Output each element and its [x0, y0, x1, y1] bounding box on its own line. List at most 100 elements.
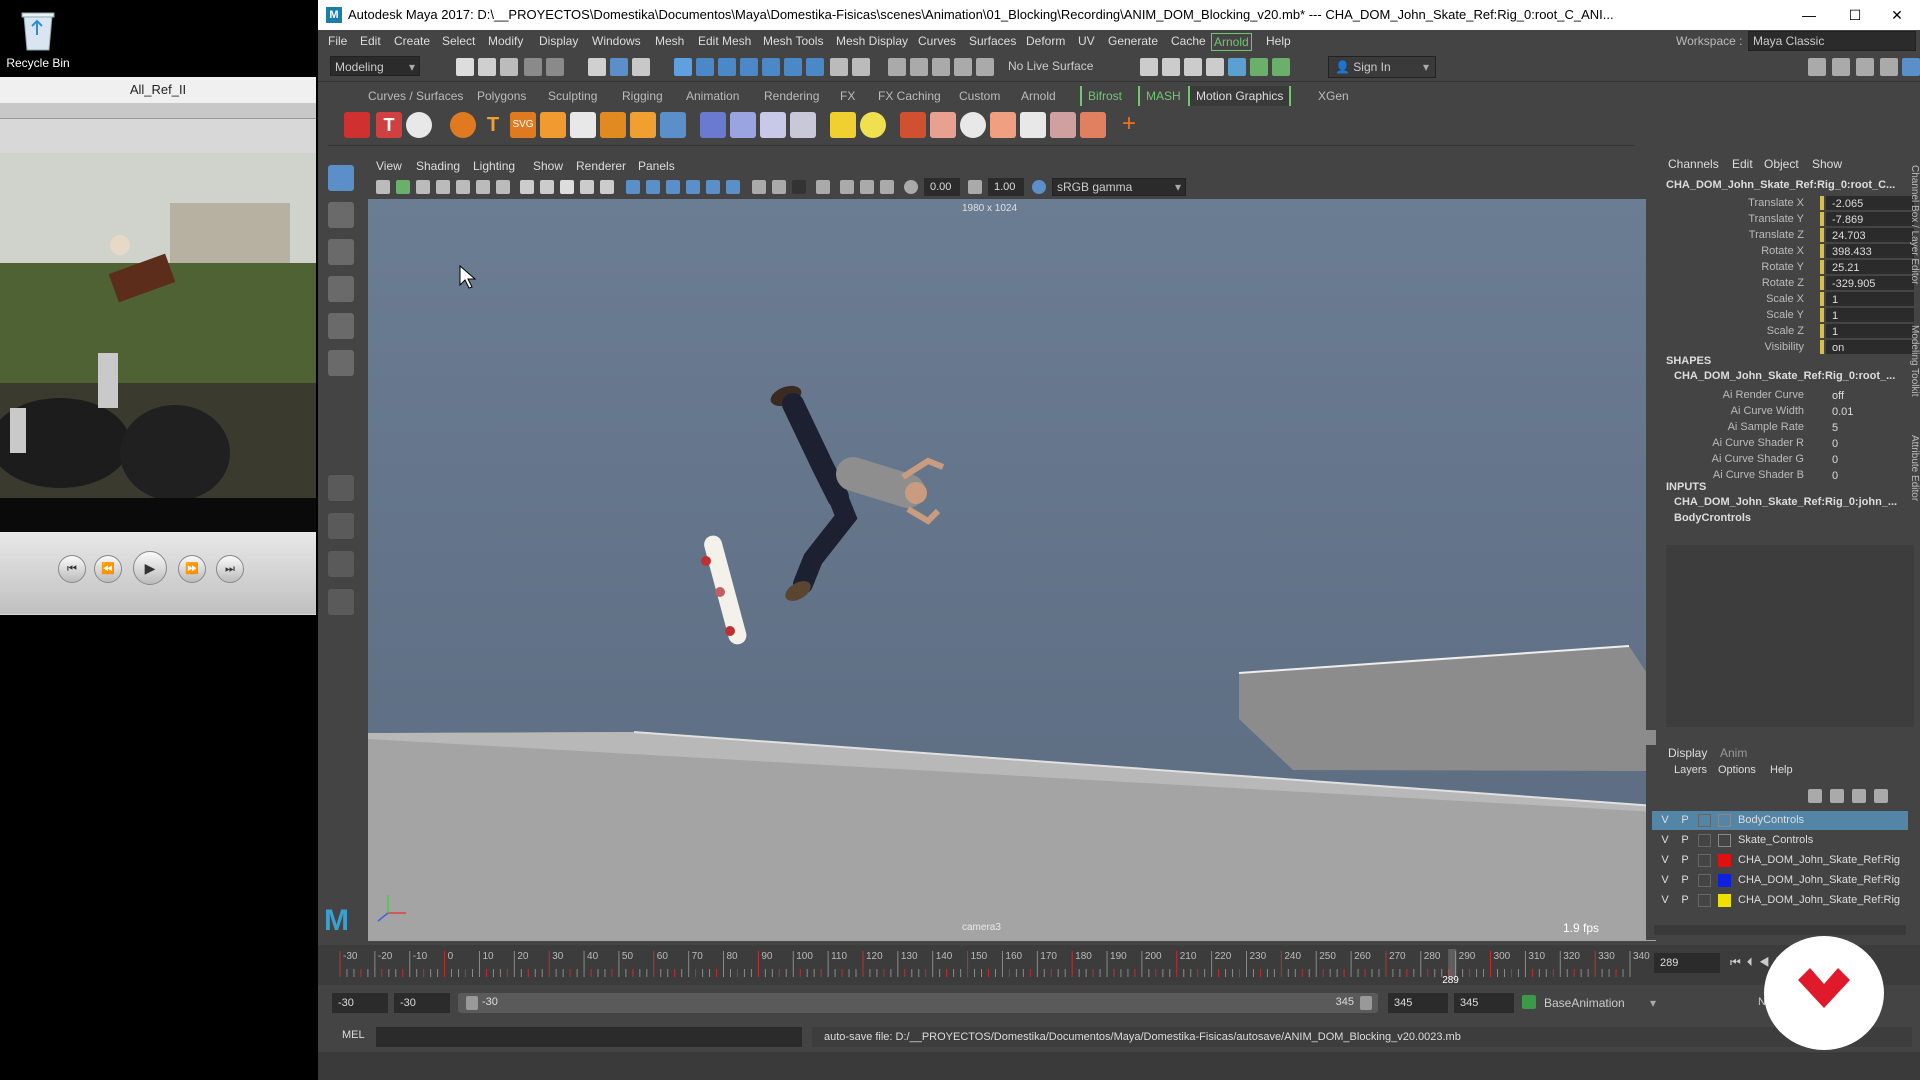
shape-attr-value[interactable]: 5: [1826, 420, 1914, 434]
textured-icon[interactable]: [580, 180, 594, 194]
symmetry-icon[interactable]: [852, 58, 870, 76]
input-history-icon[interactable]: [910, 58, 928, 76]
move-layer-up-icon[interactable]: [1808, 789, 1822, 803]
layout-icon-3[interactable]: [1856, 58, 1874, 76]
grid-icon[interactable]: [456, 180, 470, 194]
image-plane-icon[interactable]: [436, 180, 450, 194]
input-node-2[interactable]: BodyCrontrols: [1674, 512, 1751, 524]
shelf-add-icon[interactable]: +: [1116, 112, 1142, 138]
shelf-sun-icon[interactable]: [860, 112, 886, 138]
menu-file[interactable]: File: [328, 30, 347, 52]
menu-deform[interactable]: Deform: [1026, 30, 1065, 52]
shelf-sweep-icon[interactable]: [660, 112, 686, 138]
modeling-toolkit-icon[interactable]: [1250, 58, 1268, 76]
menu-windows[interactable]: Windows: [592, 30, 641, 52]
mel-label[interactable]: MEL: [342, 1029, 365, 1041]
sign-in-button[interactable]: 👤 Sign In ▾: [1328, 56, 1436, 78]
shelf-poly-type-icon[interactable]: T: [480, 112, 506, 138]
shelf-cube-icon[interactable]: [344, 112, 370, 138]
shape-attr-value[interactable]: 0: [1826, 452, 1914, 466]
viewport-menu-panels[interactable]: Panels: [638, 155, 675, 177]
shelf-poly-cube-icon[interactable]: [540, 112, 566, 138]
shelf-tab-sculpting[interactable]: Sculpting: [548, 86, 597, 106]
snapshot-icon[interactable]: [880, 180, 894, 194]
shelf-tab-rendering[interactable]: Rendering: [764, 86, 819, 106]
shelf-explode-icon[interactable]: [900, 112, 926, 138]
layer-playback-toggle[interactable]: P: [1678, 891, 1692, 910]
four-view-icon[interactable]: [328, 513, 354, 539]
new-scene-icon[interactable]: [456, 58, 474, 76]
isolate-icon[interactable]: [726, 180, 740, 194]
shape-attr-value[interactable]: 0: [1826, 436, 1914, 450]
rewind-icon[interactable]: ⏪: [94, 555, 122, 583]
layer-playback-toggle[interactable]: P: [1678, 851, 1692, 870]
history-icon[interactable]: [888, 58, 906, 76]
shelf-light-icon[interactable]: [830, 112, 856, 138]
input-node-1[interactable]: CHA_DOM_John_Skate_Ref:Rig_0:john_...: [1674, 496, 1897, 508]
channel-value[interactable]: 25.21: [1826, 260, 1914, 274]
menu-edit[interactable]: Edit: [360, 30, 381, 52]
exposure-field[interactable]: 0.00: [924, 178, 960, 196]
shelf-tab-polygons[interactable]: Polygons: [477, 86, 526, 106]
anim-layer-dropdown[interactable]: BaseAnimation ▾: [1540, 993, 1660, 1013]
shadows-icon[interactable]: [626, 180, 640, 194]
select-tool-icon[interactable]: [328, 165, 354, 191]
time-slider[interactable]: -30 -20 -10 0 10 20 30 40 50 60 70 80 90 100 110 120 130…: [318, 945, 1920, 985]
menu-arnold[interactable]: Arnold: [1211, 33, 1252, 51]
frame-selection-icon[interactable]: [860, 180, 874, 194]
shelf-poly-sphere-icon[interactable]: [450, 112, 476, 138]
layer-menu-options[interactable]: Options: [1718, 764, 1756, 776]
aa-icon[interactable]: [666, 180, 680, 194]
side-tab-channel-box[interactable]: Channel Box / Layer Editor: [1906, 165, 1920, 285]
shelf-burst-icon[interactable]: [1020, 112, 1046, 138]
shelf-extrude-icon[interactable]: [600, 112, 626, 138]
paint-select-tool-icon[interactable]: [328, 239, 354, 265]
rotate-tool-icon[interactable]: [328, 313, 354, 339]
layer-color-swatch[interactable]: [1718, 814, 1731, 827]
wireframe-icon[interactable]: [520, 180, 534, 194]
select-object-icon[interactable]: [610, 58, 628, 76]
save-scene-icon[interactable]: [500, 58, 518, 76]
shelf-layers-icon[interactable]: [570, 112, 596, 138]
maximize-icon[interactable]: ☐: [1832, 0, 1878, 30]
soft-select-icon[interactable]: [976, 58, 994, 76]
view-transform-dropdown[interactable]: sRGB gamma ▾: [1052, 178, 1186, 196]
layer-type-toggle[interactable]: [1698, 814, 1711, 827]
channelbox-menu-object[interactable]: Object: [1764, 157, 1799, 171]
snap-grid-icon[interactable]: [674, 58, 692, 76]
playback-end-field[interactable]: 345: [1388, 993, 1448, 1013]
channel-value[interactable]: -7.869: [1826, 212, 1914, 226]
menu-display[interactable]: Display: [539, 30, 578, 52]
layer-playback-toggle[interactable]: P: [1678, 831, 1692, 850]
menu-cache[interactable]: Cache: [1171, 30, 1206, 52]
shelf-hand-icon[interactable]: [1080, 112, 1106, 138]
shelf-mash-icon[interactable]: [700, 112, 726, 138]
layer-color-swatch[interactable]: [1718, 894, 1731, 907]
mel-input[interactable]: [376, 1027, 802, 1047]
channelbox-menu-channels[interactable]: Channels: [1668, 157, 1719, 171]
skip-back-icon[interactable]: ⏮: [58, 555, 86, 583]
xray-icon[interactable]: [706, 180, 720, 194]
layer-type-toggle[interactable]: [1698, 894, 1711, 907]
shape-attr-value[interactable]: off: [1826, 388, 1914, 402]
channel-row[interactable]: Translate Z 24.703: [1646, 227, 1916, 243]
snap-view-icon[interactable]: [740, 58, 758, 76]
menu-mesh[interactable]: Mesh: [655, 30, 684, 52]
channel-value[interactable]: 398.433: [1826, 244, 1914, 258]
render-settings-icon[interactable]: [1206, 58, 1224, 76]
layout-icon-1[interactable]: [1808, 58, 1826, 76]
channel-value[interactable]: on: [1826, 340, 1914, 354]
ao-icon[interactable]: [646, 180, 660, 194]
shelf-tab-arnold[interactable]: Arnold: [1021, 86, 1056, 106]
viewport-menu-shading[interactable]: Shading: [416, 155, 460, 177]
layer-row[interactable]: V P CHA_DOM_John_Skate_Ref:Rig: [1652, 851, 1908, 870]
menuset-dropdown[interactable]: Modeling ▾: [330, 56, 420, 76]
channelbox-menu-edit[interactable]: Edit: [1732, 157, 1753, 171]
shelf-tab-xgen[interactable]: XGen: [1318, 86, 1349, 106]
play-icon[interactable]: ▶: [133, 551, 167, 585]
shelf-dynamics-icon[interactable]: [960, 112, 986, 138]
shelf-svg-icon[interactable]: SVG: [510, 112, 536, 138]
color-management-icon[interactable]: [1032, 180, 1046, 194]
move-tool-icon[interactable]: [328, 276, 354, 302]
snap-curve-icon[interactable]: [696, 58, 714, 76]
